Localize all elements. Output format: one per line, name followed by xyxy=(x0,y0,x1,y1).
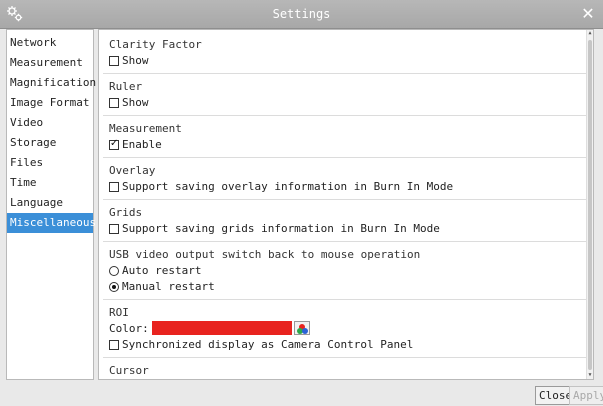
scroll-down-icon[interactable]: ▼ xyxy=(587,372,593,379)
settings-window: Network Measurement Magnification Image … xyxy=(0,29,603,406)
settings-panel: Clarity Factor Show Ruler Show Measureme… xyxy=(98,29,594,380)
divider xyxy=(103,157,589,158)
overlay-burn-in-checkbox[interactable]: Support saving overlay information in Bu… xyxy=(109,180,453,193)
roi-color-label: Color: xyxy=(109,321,149,335)
sidebar-item-network[interactable]: Network xyxy=(7,33,93,53)
manual-restart-label: Manual restart xyxy=(122,280,215,293)
measurement-enable-checkbox[interactable]: Enable xyxy=(109,138,162,151)
measurement-enable-label: Enable xyxy=(122,138,162,151)
clarity-show-label: Show xyxy=(122,54,149,67)
checkbox-box[interactable] xyxy=(109,97,119,108)
auto-restart-radio[interactable]: Auto restart xyxy=(109,264,201,277)
checkbox-box[interactable] xyxy=(109,339,119,350)
sidebar-item-files[interactable]: Files xyxy=(7,153,93,173)
radio-circle[interactable] xyxy=(109,265,119,276)
checkbox-box[interactable] xyxy=(109,55,119,66)
grids-heading: Grids xyxy=(109,206,143,219)
manual-restart-radio[interactable]: Manual restart xyxy=(109,280,215,293)
checkbox-box[interactable] xyxy=(109,181,119,192)
color-picker-icon[interactable] xyxy=(293,321,310,335)
roi-sync-label: Synchronized display as Camera Control P… xyxy=(122,338,414,351)
usb-output-heading: USB video output switch back to mouse op… xyxy=(109,248,421,261)
auto-restart-label: Auto restart xyxy=(122,264,202,277)
window-title: Settings xyxy=(272,7,331,21)
sidebar-item-video[interactable]: Video xyxy=(7,113,93,133)
overlay-heading: Overlay xyxy=(109,164,156,177)
sidebar-item-magnification[interactable]: Magnification xyxy=(7,73,96,93)
cursor-heading: Cursor xyxy=(109,364,149,377)
roi-sync-checkbox[interactable]: Synchronized display as Camera Control P… xyxy=(109,338,413,351)
divider xyxy=(103,115,589,116)
sidebar: Network Measurement Magnification Image … xyxy=(6,29,96,380)
sidebar-item-measurement[interactable]: Measurement xyxy=(7,53,93,73)
scroll-up-icon[interactable]: ▲ xyxy=(587,30,593,37)
measurement-heading: Measurement xyxy=(109,122,182,135)
divider xyxy=(103,73,589,74)
grids-burn-in-label: Support saving grids information in Burn… xyxy=(122,222,440,235)
radio-circle[interactable] xyxy=(109,281,119,292)
overlay-burn-in-label: Support saving overlay information in Bu… xyxy=(122,180,454,193)
roi-heading: ROI xyxy=(109,306,129,319)
sidebar-item-language[interactable]: Language xyxy=(7,193,93,213)
divider xyxy=(103,299,589,300)
ruler-heading: Ruler xyxy=(109,80,143,93)
sidebar-item-image-format[interactable]: Image Format xyxy=(7,93,93,113)
sidebar-item-miscellaneous[interactable]: Miscellaneous xyxy=(7,213,96,233)
scroll-thumb[interactable] xyxy=(588,40,592,370)
divider xyxy=(103,199,589,200)
sidebar-item-time[interactable]: Time xyxy=(7,173,93,193)
apply-button[interactable]: Apply xyxy=(569,386,603,405)
roi-color-row: Color: xyxy=(109,321,310,335)
clarity-factor-heading: Clarity Factor xyxy=(109,38,202,51)
title-bar: Settings ✕ xyxy=(0,0,603,29)
clarity-show-checkbox[interactable]: Show xyxy=(109,54,149,67)
grids-burn-in-checkbox[interactable]: Support saving grids information in Burn… xyxy=(109,222,440,235)
ruler-show-label: Show xyxy=(122,96,149,109)
sidebar-item-storage[interactable]: Storage xyxy=(7,133,93,153)
ruler-show-checkbox[interactable]: Show xyxy=(109,96,149,109)
roi-color-swatch xyxy=(151,321,292,335)
divider xyxy=(103,357,589,358)
close-icon[interactable]: ✕ xyxy=(579,5,597,23)
checkbox-box[interactable] xyxy=(109,138,119,150)
vertical-scrollbar[interactable]: ▲ ▼ xyxy=(586,30,593,379)
checkbox-box[interactable] xyxy=(109,223,119,234)
divider xyxy=(103,241,589,242)
